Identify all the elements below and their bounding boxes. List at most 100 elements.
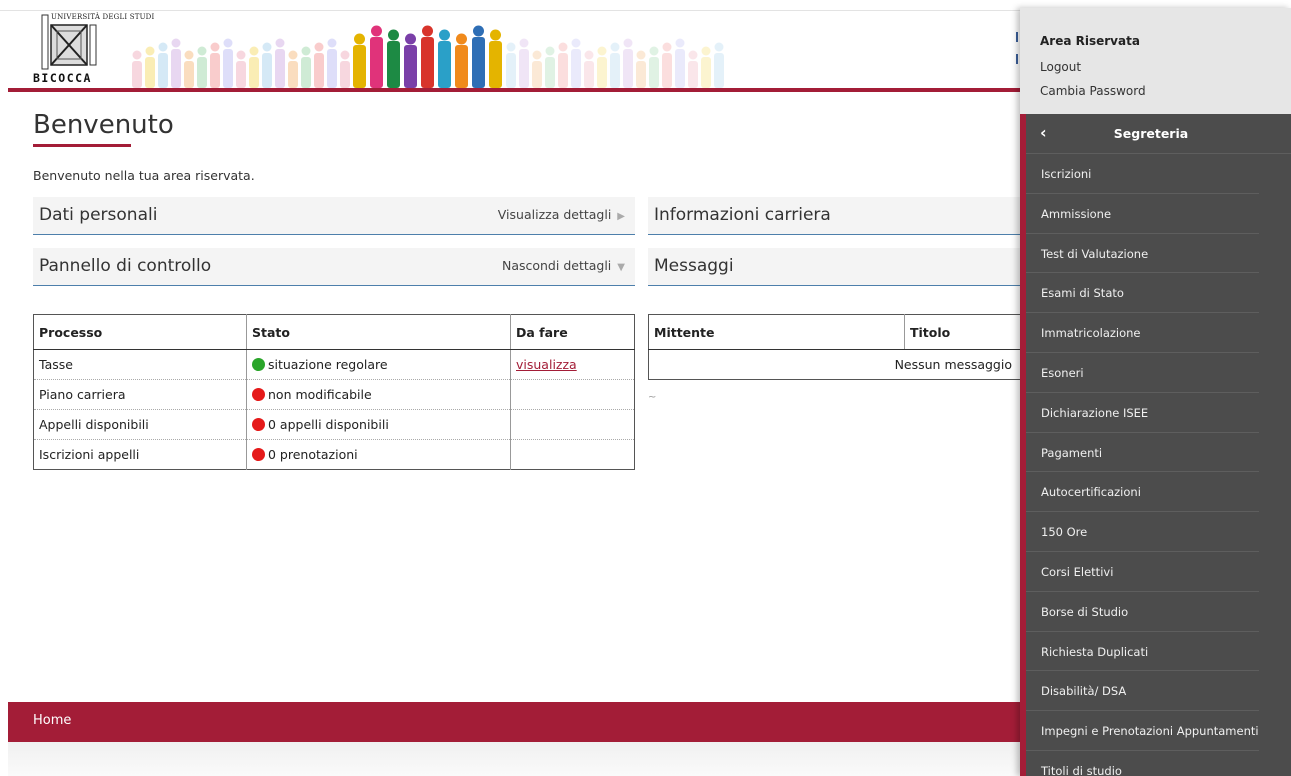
person-figure <box>438 29 451 88</box>
process-name: Appelli disponibili <box>33 409 247 440</box>
menu-item-label: Esoneri <box>1041 365 1084 380</box>
menu-item-label: 150 Ore <box>1041 525 1088 540</box>
table-header-row: Mittente Titolo <box>648 314 1026 350</box>
logout-link[interactable]: Logout <box>1040 60 1081 74</box>
menu-item[interactable]: Esoneri <box>1026 353 1259 393</box>
menu-item[interactable]: Impegni e Prenotazioni Appuntamenti <box>1026 711 1259 751</box>
menu-item[interactable]: Borse di Studio <box>1026 592 1259 632</box>
person-figure <box>236 50 246 88</box>
status-red-dot-icon <box>252 388 265 401</box>
person-figure <box>421 25 434 88</box>
visualizza-link[interactable]: visualizza <box>516 357 577 372</box>
menu-item[interactable]: Iscrizioni <box>1026 154 1259 194</box>
caret-right-icon: ▶ <box>617 211 625 222</box>
menu-item-label: Iscrizioni <box>1041 167 1092 181</box>
menu-header[interactable]: ‹ Segreteria <box>1026 114 1291 154</box>
menu-item[interactable]: Ammissione <box>1026 194 1259 234</box>
person-figure <box>610 42 620 88</box>
menu-list: Iscrizioni Ammissione Test di Valutazione E… <box>1026 154 1291 776</box>
process-action: visualizza <box>510 349 635 380</box>
scroll-indicator <box>1016 32 1019 66</box>
menu-item[interactable]: 150 Ore <box>1026 512 1259 552</box>
table-row: Piano carriera non modificabile <box>33 379 635 410</box>
panel-title: Pannello di controllo <box>39 256 212 276</box>
menu-item-label: Impegni e Prenotazioni Appuntamenti <box>1041 724 1259 739</box>
person-figure <box>558 42 568 88</box>
column-header-processo: Processo <box>33 314 247 350</box>
panel-informazioni-carriera[interactable]: Informazioni carriera <box>648 197 1026 235</box>
menu-item[interactable]: Esami di Stato <box>1026 273 1259 314</box>
change-password-link[interactable]: Cambia Password <box>1040 84 1146 98</box>
person-figure <box>262 42 272 88</box>
segreteria-menu: ‹ Segreteria Iscrizioni Ammissione Test di… <box>1020 114 1291 776</box>
process-name: Tasse <box>33 349 247 380</box>
reserved-area-heading: Area Riservata <box>1040 34 1140 48</box>
menu-item[interactable]: Immatricolazione <box>1026 313 1259 353</box>
person-figure <box>545 46 555 88</box>
home-link[interactable]: Home <box>33 713 71 728</box>
menu-item[interactable]: Pagamenti <box>1026 433 1259 473</box>
column-header-stato: Stato <box>246 314 511 350</box>
status-red-dot-icon <box>252 418 265 431</box>
person-figure <box>145 46 155 88</box>
menu-item[interactable]: Richiesta Duplicati <box>1026 632 1259 672</box>
people-banner-illustration <box>132 25 724 88</box>
process-action <box>510 409 635 440</box>
menu-item-label: Richiesta Duplicati <box>1041 644 1149 659</box>
person-figure <box>210 42 220 88</box>
menu-item-label: Test di Valutazione <box>1041 246 1149 261</box>
menu-item[interactable]: Dichiarazione ISEE <box>1026 393 1259 433</box>
process-table: Processo Stato Da fare Tasse situazione … <box>33 314 635 470</box>
hide-details-toggle[interactable]: Nascondi dettagli ▼ <box>502 258 625 273</box>
person-figure <box>387 29 400 88</box>
person-figure <box>370 25 383 88</box>
table-row: Iscrizioni appelli 0 prenotazioni <box>33 439 635 470</box>
person-figure <box>132 50 142 88</box>
process-status: situazione regolare <box>246 349 511 380</box>
menu-title: Segreteria <box>1113 126 1189 141</box>
process-status: 0 appelli disponibili <box>246 409 511 440</box>
person-figure <box>455 33 468 88</box>
footer-bar: Home <box>8 702 1023 742</box>
person-figure <box>472 25 485 88</box>
person-figure <box>662 42 672 88</box>
table-row: Appelli disponibili 0 appelli disponibil… <box>33 409 635 440</box>
menu-item-label: Disabilità/ DSA <box>1041 684 1127 699</box>
person-figure <box>184 50 194 88</box>
menu-item-label: Autocertificazioni <box>1041 485 1141 500</box>
top-divider <box>0 10 1030 11</box>
column-header-titolo: Titolo <box>904 314 1026 350</box>
menu-item[interactable]: Disabilità/ DSA <box>1026 671 1259 712</box>
person-figure <box>571 38 581 88</box>
menu-item[interactable]: Titoli di studio <box>1026 751 1259 776</box>
menu-item-label: Ammissione <box>1041 206 1112 221</box>
university-logo[interactable]: UNIVERSITÀ DEGLI STUDI BICOCCA <box>33 13 154 85</box>
table-row: Tasse situazione regolare visualizza <box>33 349 635 380</box>
person-figure <box>636 50 646 88</box>
column-header-da-fare: Da fare <box>510 314 635 350</box>
panel-pannello-controllo[interactable]: Pannello di controllo Nascondi dettagli ▼ <box>33 248 635 286</box>
person-figure <box>623 38 633 88</box>
person-figure <box>223 38 233 88</box>
menu-item[interactable]: Test di Valutazione <box>1026 234 1259 274</box>
person-figure <box>506 42 516 88</box>
panel-title: Informazioni carriera <box>654 205 831 225</box>
process-action <box>510 379 635 410</box>
panel-dati-personali[interactable]: Dati personali Visualizza dettagli ▶ <box>33 197 635 235</box>
show-details-toggle[interactable]: Visualizza dettagli ▶ <box>498 207 625 222</box>
person-figure <box>649 46 659 88</box>
menu-item[interactable]: Corsi Elettivi <box>1026 552 1259 592</box>
menu-item-label: Pagamenti <box>1041 445 1103 460</box>
process-status: non modificabile <box>246 379 511 410</box>
messages-table: Mittente Titolo Nessun messaggio <box>648 314 1026 380</box>
logo-bicocca-text: BICOCCA <box>33 71 92 85</box>
panel-title: Dati personali <box>39 205 158 225</box>
person-figure <box>675 38 685 88</box>
reserved-area-panel: Area Riservata Logout Cambia Password <box>1020 8 1291 114</box>
person-figure <box>327 38 337 88</box>
person-figure <box>171 38 181 88</box>
panel-messaggi[interactable]: Messaggi <box>648 248 1026 286</box>
messages-note: ~ <box>648 392 657 403</box>
empty-messages: Nessun messaggio <box>648 349 1026 380</box>
menu-item[interactable]: Autocertificazioni <box>1026 472 1259 513</box>
